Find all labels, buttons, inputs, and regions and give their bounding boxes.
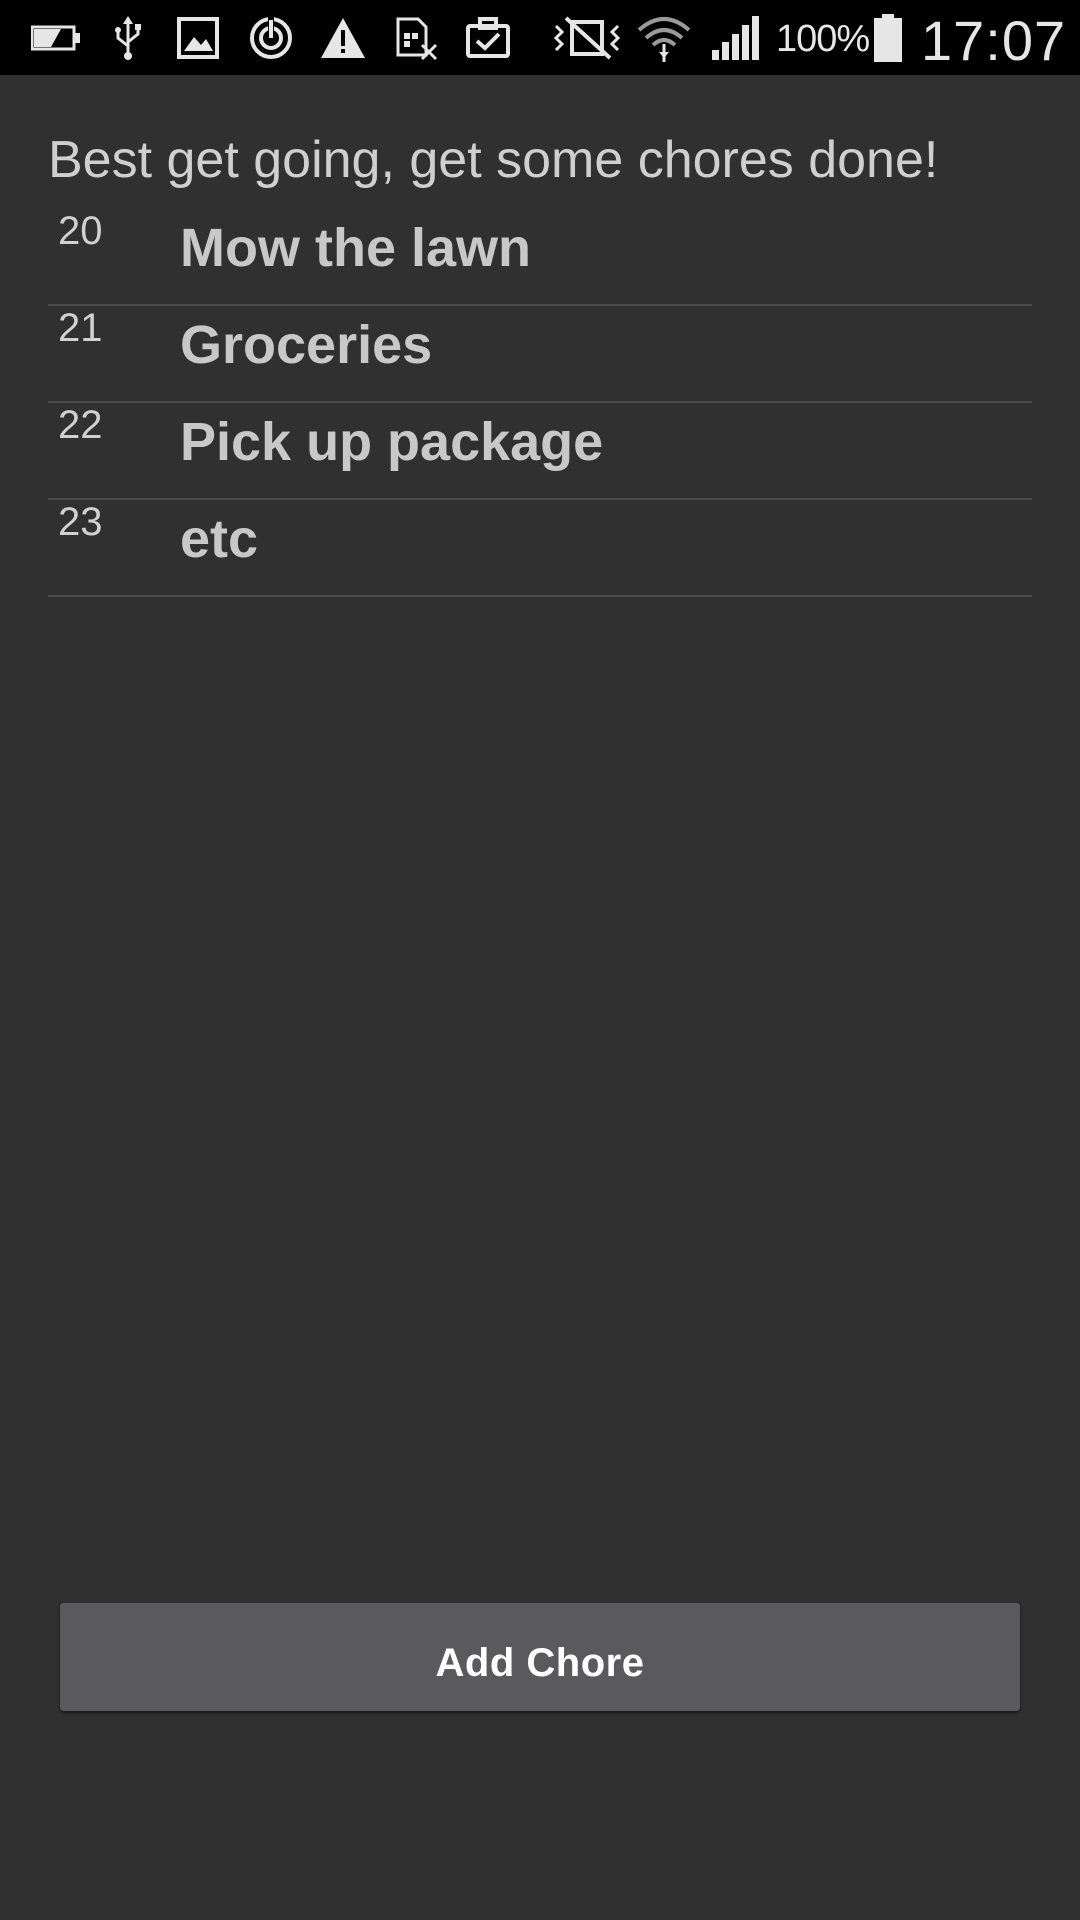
chore-row[interactable]: 22 Pick up package (48, 403, 1032, 500)
add-chore-button[interactable]: Add Chore (60, 1603, 1020, 1711)
chore-row[interactable]: 21 Groceries (48, 306, 1032, 403)
chore-title: etc (180, 509, 259, 569)
sync-icon (246, 0, 296, 75)
battery-percent: 100% (776, 18, 870, 60)
chore-id: 22 (58, 403, 103, 447)
clock: 17:07 (921, 9, 1067, 72)
warning-icon (318, 0, 368, 75)
chore-id: 21 (58, 306, 103, 350)
sim-error-icon (394, 0, 440, 75)
vibrate-icon (552, 0, 622, 75)
wifi-icon (636, 0, 692, 75)
chore-title: Pick up package (180, 412, 604, 472)
header-message: Best get going, get some chores done! (48, 131, 939, 189)
usb-icon (110, 0, 146, 75)
chore-row[interactable]: 23 etc (48, 500, 1032, 597)
image-icon (176, 0, 220, 75)
clipboard-check-icon (464, 0, 512, 75)
chore-id: 20 (58, 209, 103, 253)
chore-row[interactable]: 20 Mow the lawn (48, 209, 1032, 306)
chore-title: Groceries (180, 315, 433, 375)
chore-list: 20 Mow the lawn 21 Groceries 22 Pick up … (48, 209, 1032, 597)
chore-title: Mow the lawn (180, 218, 531, 278)
status-bar: 100% 17:07 (0, 0, 1080, 75)
signal-icon (710, 0, 762, 75)
battery-icon (870, 0, 906, 75)
app-content: Best get going, get some chores done! 20… (0, 75, 1080, 1920)
battery-low-icon (28, 0, 84, 75)
chore-id: 23 (58, 500, 103, 544)
